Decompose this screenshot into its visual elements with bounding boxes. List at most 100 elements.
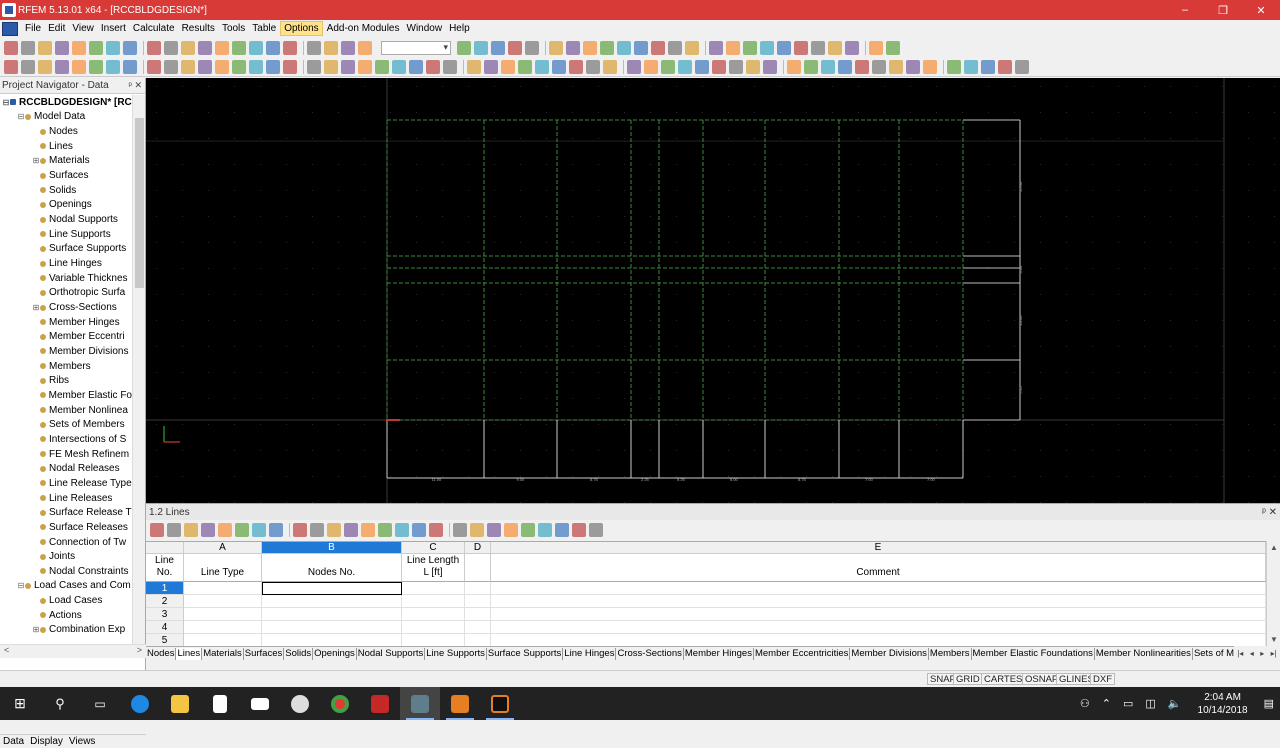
tree-item[interactable]: Surface Release T [0,505,132,520]
tree-item[interactable]: Line Release Type [0,476,132,491]
toolbar-button-6-icon[interactable] [252,523,266,537]
toolbar-button-4-icon[interactable] [72,41,86,55]
sheet-tab-line-hinges[interactable]: Line Hinges [563,647,617,660]
table-cell[interactable] [491,595,1266,608]
menu-view[interactable]: View [69,22,97,35]
toolbar-button-2-icon[interactable] [38,59,52,74]
sheet-tab-cross-sections[interactable]: Cross-Sections [616,647,684,660]
toolbar-button-8-icon[interactable] [293,523,307,537]
menu-results[interactable]: Results [179,22,218,35]
toolbar-button-4-icon[interactable] [218,523,232,537]
toolbar-button-41-icon[interactable] [729,59,743,74]
toolbar-button-56-icon[interactable] [998,59,1012,74]
toolbar-button-22-icon[interactable] [538,523,552,537]
tree-item[interactable]: Nodal Releases [0,461,132,476]
toolbar-button-27-icon[interactable] [566,41,580,55]
toolbar-button-26-icon[interactable] [467,59,481,74]
toolbar-button-55-icon[interactable] [981,59,995,74]
toolbar-button-0-icon[interactable] [4,59,18,74]
tree-expander-icon[interactable]: ⊞ [32,303,40,312]
network-icon[interactable]: ◫ [1145,697,1155,710]
tree-expander-icon[interactable]: ⊞ [32,156,40,165]
toolbar-button-38-icon[interactable] [678,59,692,74]
toolbar-button-29-icon[interactable] [600,41,614,55]
tree-item[interactable]: Sets of Members [0,417,132,432]
table-cell[interactable] [262,595,402,608]
menu-edit[interactable]: Edit [45,22,68,35]
sheet-tab-line-supports[interactable]: Line Supports [425,647,487,660]
toolbar-button-53-icon[interactable] [947,59,961,74]
column-header-D[interactable]: D [465,542,491,554]
tree-item[interactable]: Surface Releases [0,520,132,535]
toolbar-button-23-icon[interactable] [491,41,505,55]
close-button[interactable]: ✕ [1242,0,1280,20]
table-cell[interactable] [184,608,262,621]
toolbar-button-34-icon[interactable] [603,59,617,74]
toolbar-button-19-icon[interactable] [341,41,355,55]
tree-item[interactable]: ⊞ Cross-Sections [0,300,132,315]
model-viewport[interactable]: 11.00 9.00 8.75 2.25 5.25 5.00 8.75 7.00 7.00 15.… [146,78,1280,503]
toolbar-button-52-icon[interactable] [923,59,937,74]
people-icon[interactable]: ⚇ [1080,697,1090,710]
toolbar-button-54-icon[interactable] [964,59,978,74]
toolbar-button-7-icon[interactable] [123,41,137,55]
tab-views[interactable]: Views [66,736,99,747]
toolbar-button-6-icon[interactable] [106,59,120,74]
toolbar-button-31-icon[interactable] [552,59,566,74]
table-scrollbar[interactable]: ▲ ▼ [1266,541,1280,646]
tree-item[interactable]: Intersections of S [0,432,132,447]
menu-help[interactable]: Help [446,22,473,35]
toolbar-button-44-icon[interactable] [869,41,883,55]
toolbar-button-43-icon[interactable] [845,41,859,55]
toolbar-button-20-icon[interactable] [358,41,372,55]
maximize-button[interactable]: ❐ [1204,0,1242,20]
status-grid[interactable]: GRID [953,673,983,685]
toolbar-button-10-icon[interactable] [327,523,341,537]
toolbar-button-44-icon[interactable] [787,59,801,74]
toolbar-button-47-icon[interactable] [838,59,852,74]
toolbar-button-17-icon[interactable] [307,41,321,55]
sheet-navigation[interactable]: |◂ ◂ ▸ ▸| [1234,646,1280,660]
taskbar-autocad[interactable] [360,687,400,720]
toolbar-button-22-icon[interactable] [474,41,488,55]
table-cell[interactable] [491,621,1266,634]
toolbar-button-18-icon[interactable] [324,59,338,74]
toolbar-button-20-icon[interactable] [358,59,372,74]
clock[interactable]: 2:04 AM 10/14/2018 [1198,691,1248,717]
toolbar-button-12-icon[interactable] [361,523,375,537]
toolbar-button-1-icon[interactable] [21,41,35,55]
toolbar-button-22-icon[interactable] [392,59,406,74]
toolbar-button-15-icon[interactable] [266,59,280,74]
toolbar-button-0-icon[interactable] [150,523,164,537]
tree-expander-icon[interactable]: ⊞ [32,625,40,634]
chevron-up-icon[interactable]: ⌃ [1102,697,1111,710]
toolbar-button-9-icon[interactable] [164,41,178,55]
table-cell[interactable] [402,608,465,621]
taskbar-explorer[interactable] [160,687,200,720]
toolbar-button-10-icon[interactable] [181,59,195,74]
tree-item[interactable]: Line Releases [0,491,132,506]
sheet-tab-openings[interactable]: Openings [313,647,357,660]
tree-item[interactable]: Openings [0,198,132,213]
toolbar-button-3-icon[interactable] [55,41,69,55]
toolbar-button-24-icon[interactable] [426,59,440,74]
table-cell[interactable] [184,595,262,608]
next-sheet-icon[interactable]: ▸ [1260,649,1264,658]
volume-icon[interactable]: 🔈 [1168,697,1182,710]
toolbar-button-5-icon[interactable] [235,523,249,537]
column-header-A[interactable]: A [184,542,262,554]
toolbar-button-29-icon[interactable] [518,59,532,74]
tree-item[interactable]: Members [0,359,132,374]
column-header-C[interactable]: C [402,542,465,554]
model-drawing[interactable]: 11.00 9.00 8.75 2.25 5.25 5.00 8.75 7.00 7.00 15.… [146,78,1280,503]
toolbar-button-6-icon[interactable] [106,41,120,55]
tree-item[interactable]: Surfaces [0,168,132,183]
toolbar-button-45-icon[interactable] [886,41,900,55]
toolbar-button-18-icon[interactable] [324,41,338,55]
tree-item[interactable]: Line Hinges [0,256,132,271]
table-cell[interactable] [184,582,262,595]
navigator-pin-close[interactable]: ᵖ ✕ [129,80,145,91]
row-number[interactable]: 3 [146,608,184,621]
toolbar-button-9-icon[interactable] [164,59,178,74]
sheet-tab-member-elastic-foundations[interactable]: Member Elastic Foundations [972,647,1095,660]
